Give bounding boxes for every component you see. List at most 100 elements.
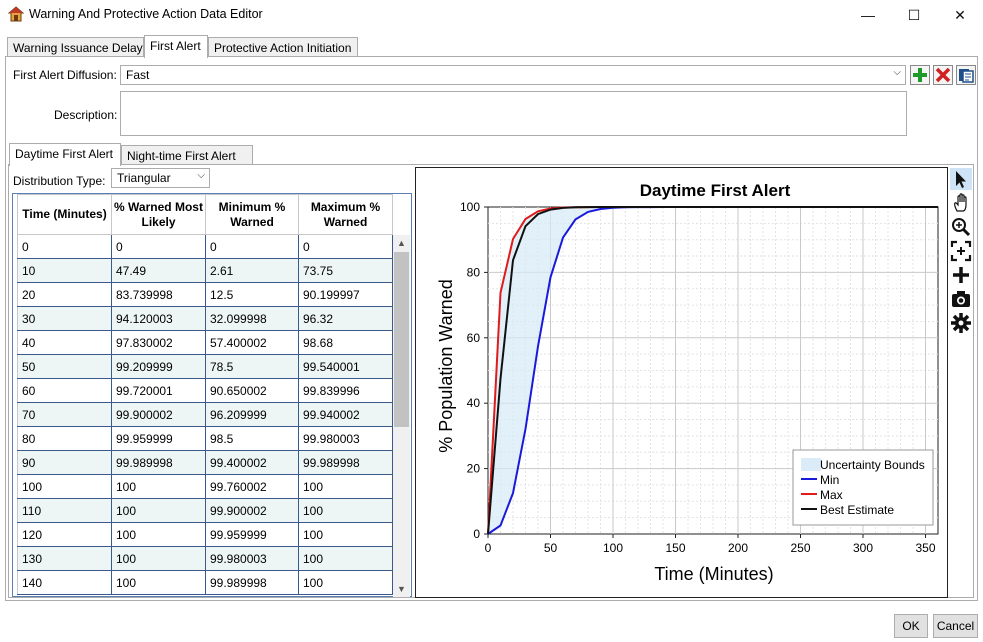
table-row[interactable]: 100 100 99.760002 100 [17, 474, 393, 499]
table-cell[interactable]: 100 [298, 498, 393, 523]
table-cell[interactable]: 99.760002 [205, 474, 299, 499]
table-cell[interactable]: 10 [17, 258, 112, 283]
add-button[interactable] [910, 65, 930, 85]
close-button[interactable]: ✕ [937, 0, 983, 30]
grid-scrollbar[interactable]: ▲ ▼ [393, 235, 410, 597]
table-cell[interactable]: 83.739998 [111, 282, 206, 307]
table-cell[interactable]: 32.099998 [205, 306, 299, 331]
table-cell[interactable]: 97.830002 [111, 330, 206, 355]
column-header-minimum[interactable]: Minimum % Warned [205, 194, 299, 235]
table-cell[interactable]: 30 [17, 306, 112, 331]
table-cell[interactable]: 96.209999 [205, 402, 299, 427]
table-row[interactable]: 10 47.49 2.61 73.75 [17, 258, 393, 283]
table-cell[interactable]: 90.199997 [298, 282, 393, 307]
table-cell[interactable]: 99.959999 [111, 426, 206, 451]
tab-nighttime-first-alert[interactable]: Night-time First Alert [121, 145, 253, 165]
tab-warning-issuance-delay[interactable]: Warning Issuance Delay [7, 37, 144, 57]
table-cell[interactable]: 100 [111, 474, 206, 499]
ok-button[interactable]: OK [894, 614, 928, 638]
tab-daytime-first-alert[interactable]: Daytime First Alert [9, 143, 121, 166]
table-row[interactable]: 70 99.900002 96.209999 99.940002 [17, 402, 393, 427]
table-row[interactable]: 140 100 99.989998 100 [17, 570, 393, 595]
delete-button[interactable] [933, 65, 953, 85]
table-cell[interactable]: 50 [17, 354, 112, 379]
table-cell[interactable]: 99.720001 [111, 378, 206, 403]
table-cell[interactable]: 98.5 [205, 426, 299, 451]
table-cell[interactable]: 110 [17, 498, 112, 523]
column-header-most-likely[interactable]: % Warned Most Likely [111, 194, 206, 235]
maximize-button[interactable]: ☐ [891, 0, 937, 30]
table-cell[interactable]: 90 [17, 450, 112, 475]
scroll-up-icon[interactable]: ▲ [393, 235, 410, 251]
zoom-extents-icon[interactable] [950, 240, 972, 262]
table-cell[interactable]: 96.32 [298, 306, 393, 331]
settings-gear-icon[interactable] [950, 312, 972, 334]
table-cell[interactable]: 99.900002 [205, 498, 299, 523]
table-cell[interactable]: 20 [17, 282, 112, 307]
table-cell[interactable]: 120 [17, 522, 112, 547]
table-cell[interactable]: 94.120003 [111, 306, 206, 331]
table-cell[interactable]: 100 [111, 546, 206, 571]
table-cell[interactable]: 12.5 [205, 282, 299, 307]
table-cell[interactable]: 47.49 [111, 258, 206, 283]
table-cell[interactable]: 99.989998 [298, 450, 393, 475]
table-cell[interactable]: 40 [17, 330, 112, 355]
distribution-select[interactable]: Triangular ⌵ [111, 168, 210, 188]
column-header-maximum[interactable]: Maximum % Warned [298, 194, 393, 235]
table-cell[interactable]: 100 [298, 546, 393, 571]
table-cell[interactable]: 57.400002 [205, 330, 299, 355]
table-cell[interactable]: 100 [298, 474, 393, 499]
table-row[interactable]: 110 100 99.900002 100 [17, 498, 393, 523]
table-cell[interactable]: 90.650002 [205, 378, 299, 403]
cancel-button[interactable]: Cancel [933, 614, 978, 638]
table-cell[interactable]: 100 [111, 522, 206, 547]
minimize-button[interactable]: — [845, 0, 891, 30]
chart-svg[interactable]: Daytime First Alert 0 50 100 150 200 250 300 35… [416, 168, 947, 597]
table-row[interactable]: 0000 [17, 234, 393, 259]
table-cell[interactable]: 130 [17, 546, 112, 571]
table-cell[interactable]: 78.5 [205, 354, 299, 379]
table-cell[interactable]: 99.959999 [205, 522, 299, 547]
table-cell[interactable]: 100 [17, 474, 112, 499]
table-row[interactable]: 50 99.209999 78.5 99.540001 [17, 354, 393, 379]
table-cell[interactable]: 100 [298, 522, 393, 547]
table-row[interactable]: 20 83.739998 12.5 90.199997 [17, 282, 393, 307]
scroll-down-icon[interactable]: ▼ [393, 581, 410, 597]
table-row[interactable]: 60 99.720001 90.650002 99.839996 [17, 378, 393, 403]
table-row[interactable]: 120 100 99.959999 100 [17, 522, 393, 547]
scroll-thumb[interactable] [394, 252, 409, 427]
table-cell[interactable]: 0 [298, 234, 393, 259]
table-row[interactable]: 80 99.959999 98.5 99.980003 [17, 426, 393, 451]
tab-first-alert[interactable]: First Alert [144, 35, 208, 58]
table-cell[interactable]: 60 [17, 378, 112, 403]
table-cell[interactable]: 140 [17, 570, 112, 595]
table-cell[interactable]: 2.61 [205, 258, 299, 283]
table-cell[interactable]: 73.75 [298, 258, 393, 283]
table-cell[interactable]: 100 [111, 498, 206, 523]
table-cell[interactable]: 99.209999 [111, 354, 206, 379]
add-point-icon[interactable] [950, 264, 972, 286]
pointer-icon[interactable] [950, 168, 972, 190]
table-cell[interactable]: 100 [298, 570, 393, 595]
zoom-icon[interactable] [950, 216, 972, 238]
table-cell[interactable]: 0 [205, 234, 299, 259]
table-row[interactable]: 30 94.120003 32.099998 96.32 [17, 306, 393, 331]
table-cell[interactable]: 70 [17, 402, 112, 427]
table-cell[interactable]: 98.68 [298, 330, 393, 355]
table-cell[interactable]: 99.400002 [205, 450, 299, 475]
table-cell[interactable]: 99.989998 [111, 450, 206, 475]
camera-icon[interactable] [950, 288, 972, 310]
table-row[interactable]: 130 100 99.980003 100 [17, 546, 393, 571]
table-cell[interactable]: 99.839996 [298, 378, 393, 403]
table-cell[interactable]: 0 [17, 234, 112, 259]
table-cell[interactable]: 99.900002 [111, 402, 206, 427]
table-row[interactable]: 40 97.830002 57.400002 98.68 [17, 330, 393, 355]
table-cell[interactable]: 99.980003 [205, 546, 299, 571]
table-cell[interactable]: 0 [111, 234, 206, 259]
diffusion-select[interactable]: Fast ⌵ [120, 65, 906, 85]
table-row[interactable]: 90 99.989998 99.400002 99.989998 [17, 450, 393, 475]
table-cell[interactable]: 100 [111, 570, 206, 595]
pan-hand-icon[interactable] [950, 192, 972, 214]
column-header-time[interactable]: Time (Minutes) [17, 194, 112, 235]
copy-button[interactable] [956, 65, 976, 85]
